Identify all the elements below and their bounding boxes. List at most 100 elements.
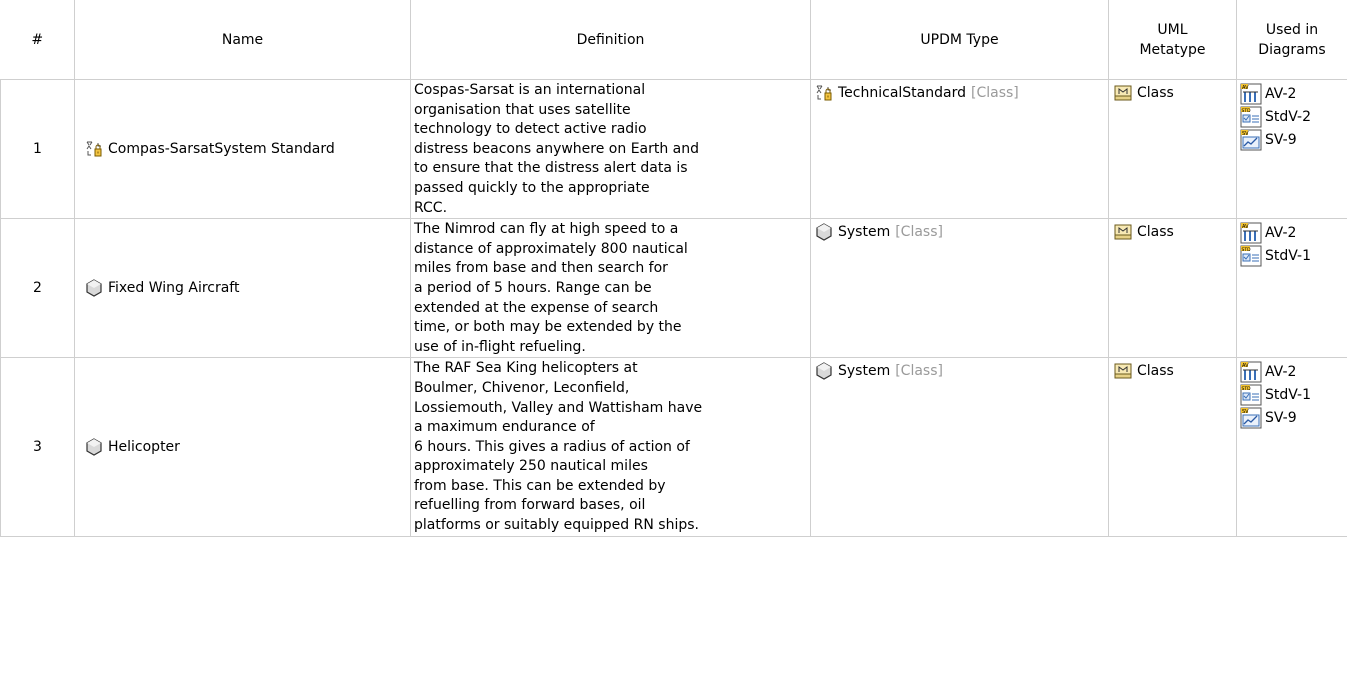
diagram-label: StdV-2	[1265, 108, 1311, 125]
definition-line: distress beacons anywhere on Earth and	[414, 140, 700, 157]
sv-diagram-icon: SV	[1240, 129, 1262, 151]
element-name: Helicopter	[108, 438, 180, 455]
svg-text:SV: SV	[1242, 409, 1249, 415]
table-row[interactable]: 2 Fixed Wing Aircraft The Nimrod can fly a…	[0, 218, 1347, 359]
updm-type-cell[interactable]: System [Class]	[810, 357, 1109, 537]
definition-line: extended at the expense of search	[414, 299, 659, 316]
diagram-link[interactable]: SV SV-9	[1240, 128, 1345, 151]
definition-line: Lossiemouth, Valley and Wattisham have	[414, 399, 703, 416]
definition-line: passed quickly to the appropriate	[414, 179, 650, 196]
diagram-label: AV-2	[1265, 363, 1297, 380]
name-cell[interactable]: Fixed Wing Aircraft	[74, 218, 411, 359]
av-diagram-icon: AV	[1240, 361, 1262, 383]
uml-metatype-cell[interactable]: Class	[1108, 78, 1237, 220]
updm-type-suffix: [Class]	[895, 224, 943, 241]
technical-standard-icon	[85, 140, 103, 158]
svg-text:STD: STD	[1242, 108, 1252, 114]
class-metatype-icon	[1114, 362, 1132, 380]
diagram-link[interactable]: STD StdV-2	[1240, 105, 1345, 128]
column-header-used-line1: Used in	[1265, 21, 1319, 38]
updm-type-cell[interactable]: System [Class]	[810, 218, 1109, 359]
column-header-definition[interactable]: Definition	[410, 0, 811, 80]
definition-line: 6 hours. This gives a radius of action o…	[414, 438, 690, 455]
updm-type-content: TechnicalStandard [Class]	[815, 84, 1104, 102]
column-header-used-in-diagrams[interactable]: Used in Diagrams	[1236, 0, 1347, 80]
system-icon	[815, 223, 833, 241]
row-number: 2	[33, 280, 42, 297]
uml-metatype-label: Class	[1137, 224, 1174, 241]
updm-type-content: System [Class]	[815, 223, 1104, 241]
updm-type-label: System	[838, 224, 891, 241]
diagram-link[interactable]: AV AV-2	[1240, 360, 1345, 383]
diagram-label: StdV-1	[1265, 247, 1311, 264]
stdv-diagram-icon: STD	[1240, 245, 1262, 267]
used-in-diagrams-cell: AV AV-2 STD StdV-2 SV SV-9	[1236, 78, 1347, 220]
updm-type-label: System	[838, 363, 891, 380]
column-header-definition-label: Definition	[576, 31, 645, 48]
name-cell[interactable]: Compas-SarsatSystem Standard	[74, 78, 411, 220]
definition-line: Boulmer, Chivenor, Leconfield,	[414, 379, 630, 396]
column-header-name[interactable]: Name	[74, 0, 411, 80]
diagram-link[interactable]: STD StdV-1	[1240, 383, 1345, 406]
svg-text:STD: STD	[1242, 247, 1252, 253]
definition-line: Cospas-Sarsat is an international	[414, 82, 646, 98]
diagram-link[interactable]: AV AV-2	[1240, 82, 1345, 105]
definition-cell[interactable]: Cospas-Sarsat is an international organis…	[410, 78, 811, 220]
diagram-link[interactable]: AV AV-2	[1240, 221, 1345, 244]
definition-cell[interactable]: The Nimrod can fly at high speed to a dis…	[410, 218, 811, 359]
column-header-uml-metatype[interactable]: UML Metatype	[1108, 0, 1237, 80]
svg-text:STD: STD	[1242, 386, 1252, 392]
used-in-diagrams-cell: AV AV-2 STD StdV-1 SV SV-9	[1236, 357, 1347, 537]
system-icon	[85, 279, 103, 297]
elements-table: # Name Definition UPDM Type UML Metatype…	[0, 0, 1347, 537]
column-header-name-label: Name	[221, 31, 264, 48]
diagram-link[interactable]: SV SV-9	[1240, 406, 1345, 429]
definition-line: organisation that uses satellite	[414, 101, 631, 118]
svg-text:SV: SV	[1242, 131, 1249, 137]
definition-line: time, or both may be extended by the	[414, 319, 682, 336]
table-row[interactable]: 3 Helicopter The RAF Sea King helicopters …	[0, 357, 1347, 537]
definition-line: technology to detect active radio	[414, 121, 647, 138]
element-name: Compas-SarsatSystem Standard	[108, 141, 335, 158]
updm-type-content: System [Class]	[815, 362, 1104, 381]
row-number-cell: 2	[0, 218, 75, 359]
definition-line: approximately 250 nautical miles	[414, 458, 648, 475]
av-diagram-icon: AV	[1240, 222, 1262, 244]
name-content: Fixed Wing Aircraft	[85, 279, 410, 297]
definition-line: to ensure that the distress alert data i…	[414, 160, 688, 177]
element-name: Fixed Wing Aircraft	[108, 280, 240, 297]
definition-line: platforms or suitably equipped RN ships.	[414, 517, 699, 534]
table-row[interactable]: 1 Compas-SarsatSystem Standard Cospas-Sars…	[0, 78, 1347, 220]
column-header-number[interactable]: #	[0, 0, 75, 80]
name-cell[interactable]: Helicopter	[74, 357, 411, 537]
row-number: 1	[33, 141, 42, 158]
diagram-label: SV-9	[1265, 131, 1297, 148]
definition-line: a period of 5 hours. Range can be	[414, 279, 652, 296]
uml-metatype-content: Class	[1114, 223, 1232, 241]
row-number-cell: 3	[0, 357, 75, 537]
updm-type-label: TechnicalStandard	[838, 85, 966, 101]
uml-metatype-content: Class	[1114, 362, 1232, 380]
diagram-link[interactable]: STD StdV-1	[1240, 244, 1345, 267]
column-header-number-label: #	[31, 31, 44, 48]
sv-diagram-icon: SV	[1240, 407, 1262, 429]
definition-cell[interactable]: The RAF Sea King helicopters at Boulmer, …	[410, 357, 811, 537]
definition-line: a maximum endurance of	[414, 419, 595, 436]
column-header-updm-type[interactable]: UPDM Type	[810, 0, 1109, 80]
diagram-label: StdV-1	[1265, 386, 1311, 403]
technical-standard-icon	[815, 84, 833, 102]
stdv-diagram-icon: STD	[1240, 106, 1262, 128]
definition-line: The RAF Sea King helicopters at	[414, 360, 638, 377]
svg-text:AV: AV	[1242, 224, 1249, 230]
definition-line: miles from base and then search for	[414, 260, 668, 277]
column-header-uml-metatype-line1: UML	[1157, 21, 1188, 38]
updm-type-cell[interactable]: TechnicalStandard [Class]	[810, 78, 1109, 220]
uml-metatype-cell[interactable]: Class	[1108, 357, 1237, 537]
row-number: 3	[33, 438, 42, 455]
uml-metatype-label: Class	[1137, 85, 1174, 101]
diagram-label: AV-2	[1265, 224, 1297, 241]
uml-metatype-cell[interactable]: Class	[1108, 218, 1237, 359]
definition-line: from base. This can be extended by	[414, 477, 666, 494]
class-metatype-icon	[1114, 84, 1132, 102]
svg-text:AV: AV	[1242, 85, 1249, 91]
